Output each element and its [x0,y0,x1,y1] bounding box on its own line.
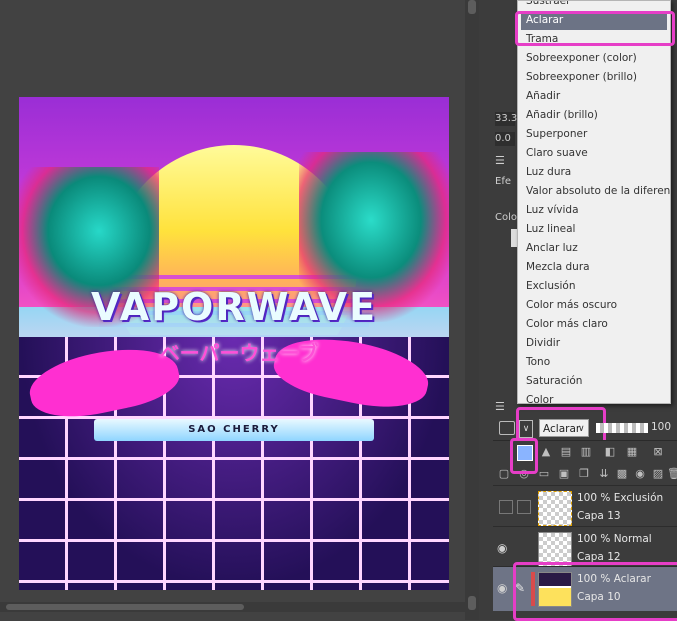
vertical-scroll-thumb-bottom[interactable] [468,596,476,610]
layer-mask-icon[interactable]: ◉ [633,467,647,481]
menu-item-valor-absoluto[interactable]: Valor absoluto de la diferencia [518,182,670,201]
menu-item-color-mas-oscuro[interactable]: Color más oscuro [518,296,670,315]
menu-item-tono[interactable]: Tono [518,353,670,372]
mask-icon[interactable]: ◧ [603,445,617,459]
menu-item-sustraer[interactable]: Sustraer [518,1,670,11]
new-folder-plus-icon[interactable]: ▣ [557,467,571,481]
label-efe: Efe [495,176,511,187]
eye-icon[interactable]: ◉ [497,581,511,595]
layer-mode-label: 100 % Aclarar [577,573,651,585]
menu-item-exclusion[interactable]: Exclusión [518,277,670,296]
menu-item-anclar-luz[interactable]: Anclar luz [518,239,670,258]
copy-layer-icon[interactable]: ❐ [577,467,591,481]
new-folder-icon[interactable]: ▭ [537,467,551,481]
delete-layer-icon[interactable]: 🗑 [667,467,677,481]
apply-mask-icon[interactable]: ▨ [651,467,665,481]
transfer-down-icon[interactable]: ⇊ [597,467,611,481]
artwork-image: VAPORWAVE ベーパーウェーブ SAO CHERRY [19,97,449,590]
draft-layer-icon[interactable]: ▥ [579,445,593,459]
horizontal-scroll-thumb[interactable] [6,604,244,610]
layer-thumbnail [538,532,572,567]
merge-icon[interactable]: ▦ [625,445,639,459]
layer-row-capa-13[interactable]: 100 % Exclusión Capa 13 [493,485,677,530]
layer-frame-icon[interactable] [499,421,515,435]
menu-item-superponer[interactable]: Superponer [518,125,670,144]
artwork-title: VAPORWAVE [90,285,378,329]
menu-item-anadir[interactable]: Añadir [518,87,670,106]
blend-mode-dropdown-menu[interactable]: Sustraer Aclarar Trama Sobreexponer (col… [517,0,671,404]
menu-item-trama[interactable]: Trama [518,30,670,49]
menu-item-color-mas-claro[interactable]: Color más claro [518,315,670,334]
lock-transparency-icon[interactable]: ▤ [559,445,573,459]
label-colo: Colo [495,212,517,223]
vertical-scrollbar[interactable] [465,0,479,620]
opacity-value[interactable]: 100 [651,421,671,433]
menu-item-dividir[interactable]: Dividir [518,334,670,353]
layer-menu-icon[interactable]: ☰ [495,400,505,413]
canvas-area[interactable]: VAPORWAVE ベーパーウェーブ SAO CHERRY [0,0,465,620]
pen-icon: ✎ [515,581,526,595]
new-raster-layer-icon[interactable]: ▢ [497,467,511,481]
menu-item-sobreexponer-brillo[interactable]: Sobreexponer (brillo) [518,68,670,87]
layer-mode-label: 100 % Normal [577,533,652,545]
vertical-scroll-thumb[interactable] [468,0,476,14]
visibility-box[interactable] [499,500,513,514]
menu-item-anadir-brillo[interactable]: Añadir (brillo) [518,106,670,125]
menu-item-luz-vivida[interactable]: Luz vívida [518,201,670,220]
opacity-slider[interactable] [596,423,648,433]
layer-name-label: Capa 10 [577,591,621,603]
clip-layer-icon[interactable] [517,445,533,461]
artwork-credit-banner: SAO CHERRY [94,419,374,441]
layer-row-capa-10[interactable]: ◉ ✎ 100 % Aclarar Capa 10 [493,566,677,611]
menu-item-color[interactable]: Color [518,391,670,403]
chevron-down-icon[interactable]: ∨ [519,420,533,438]
lock-box[interactable] [517,500,531,514]
layer-thumbnail [538,572,572,607]
layer-mode-label: 100 % Exclusión [577,492,664,504]
menu-item-luz-dura[interactable]: Luz dura [518,163,670,182]
layer-thumbnail [538,491,572,526]
layer-name-label: Capa 12 [577,551,621,563]
hide-mask-icon[interactable]: ⊠ [651,445,665,459]
layer-name-label: Capa 13 [577,510,621,522]
menu-item-mezcla-dura[interactable]: Mezcla dura [518,258,670,277]
menu-lines-icon[interactable]: ☰ [495,154,505,167]
eye-icon[interactable]: ◉ [497,541,511,555]
layer-row-capa-12[interactable]: ◉ 100 % Normal Capa 12 [493,526,677,571]
value-field-b[interactable]: 0.0 [495,132,515,146]
horizontal-scrollbar[interactable] [0,602,465,612]
layer-tools-row: ▲ ▤ ▥ ◧ ▦ ⊠ ▢ ◎ ▭ ▣ ❐ ⇊ ▩ ◉ ▨ 🗑 [493,440,677,485]
menu-item-aclarar[interactable]: Aclarar [521,11,667,30]
combine-icon[interactable]: ▩ [615,467,629,481]
menu-item-sobreexponer-color[interactable]: Sobreexponer (color) [518,49,670,68]
new-vector-layer-icon[interactable]: ◎ [517,467,531,481]
layer-color-marker [531,572,535,606]
reference-layer-icon[interactable]: ▲ [539,445,553,459]
value-field-a[interactable]: 33.3 [495,112,517,126]
menu-item-claro-suave[interactable]: Claro suave [518,144,670,163]
artwork-subtitle: ベーパーウェーブ [159,341,319,365]
menu-item-saturacion[interactable]: Saturación [518,372,670,391]
menu-item-luz-lineal[interactable]: Luz lineal [518,220,670,239]
blend-mode-chevron-icon[interactable]: ∨ [578,424,585,434]
